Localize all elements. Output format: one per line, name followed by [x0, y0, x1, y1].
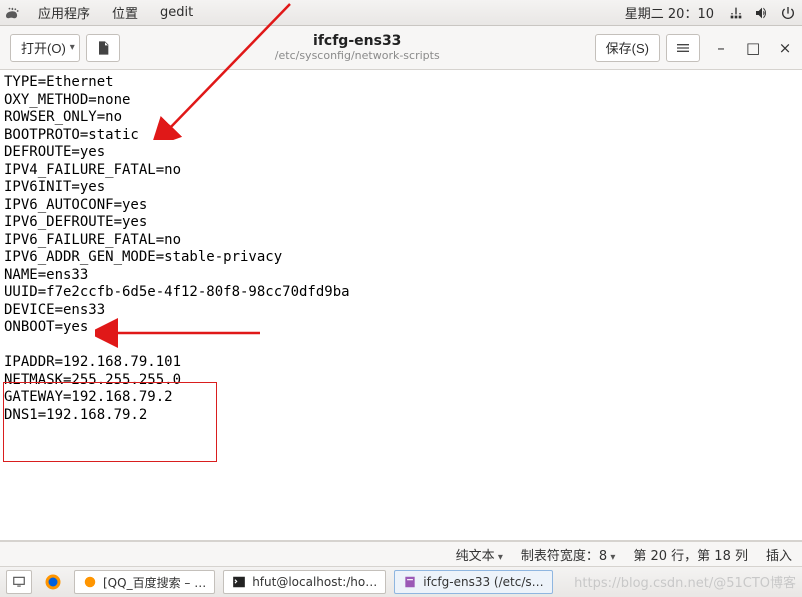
new-document-button[interactable] [86, 34, 120, 62]
chevron-down-icon: ▾ [70, 42, 75, 53]
document-new-icon [95, 40, 111, 56]
menu-places[interactable]: 位置 [108, 3, 142, 22]
gedit-icon [403, 575, 417, 589]
desktop-icon [12, 575, 26, 589]
clock[interactable]: 星期二 20：10 [621, 3, 718, 22]
terminal-icon [232, 575, 246, 589]
syntax-selector[interactable]: 纯文本 [456, 545, 503, 564]
hamburger-icon [675, 40, 691, 56]
title-filename: ifcfg-ens33 [126, 33, 589, 50]
taskbar-item-browser[interactable]: [QQ_百度搜索 – … [74, 570, 215, 594]
hamburger-menu-button[interactable] [666, 34, 700, 62]
editor-viewport[interactable]: TYPE=Ethernet OXY_METHOD=none ROWSER_ONL… [0, 70, 802, 541]
window-title: ifcfg-ens33 /etc/sysconfig/network-scrip… [126, 33, 589, 63]
show-desktop-button[interactable] [6, 570, 32, 594]
close-button[interactable]: × [778, 39, 792, 57]
window-controls: – □ × [714, 39, 792, 57]
open-button[interactable]: 打开(O) ▾ [10, 34, 80, 62]
maximize-button[interactable]: □ [746, 39, 760, 57]
menu-applications[interactable]: 应用程序 [34, 3, 94, 22]
network-icon[interactable] [728, 5, 744, 21]
volume-icon[interactable] [754, 5, 770, 21]
firefox-launcher[interactable] [40, 570, 66, 594]
taskbar-item-label: [QQ_百度搜索 – … [103, 574, 206, 591]
power-icon[interactable] [780, 5, 796, 21]
minimize-button[interactable]: – [714, 39, 728, 57]
gedit-toolbar: 打开(O) ▾ ifcfg-ens33 /etc/sysconfig/netwo… [0, 26, 802, 70]
taskbar-item-label: hfut@localhost:/ho… [252, 575, 377, 589]
taskbar-item-label: ifcfg-ens33 (/etc/s… [423, 575, 543, 589]
taskbar-item-terminal[interactable]: hfut@localhost:/ho… [223, 570, 386, 594]
statusbar: 纯文本 制表符宽度：8 第 20 行，第 18 列 插入 [0, 541, 802, 567]
gnome-menubar: 应用程序 位置 gedit 星期二 20：10 [0, 0, 802, 26]
save-button[interactable]: 保存(S) [595, 34, 660, 62]
editor-content[interactable]: TYPE=Ethernet OXY_METHOD=none ROWSER_ONL… [0, 70, 802, 428]
firefox-icon [83, 575, 97, 589]
title-path: /etc/sysconfig/network-scripts [126, 49, 589, 62]
gnome-foot-icon [6, 6, 20, 20]
cursor-position: 第 20 行，第 18 列 [633, 545, 748, 564]
firefox-icon [44, 573, 62, 591]
menu-app-gedit[interactable]: gedit [156, 5, 197, 20]
open-button-label: 打开(O) [21, 38, 66, 57]
taskbar-item-gedit[interactable]: ifcfg-ens33 (/etc/s… [394, 570, 552, 594]
gnome-taskbar: [QQ_百度搜索 – … hfut@localhost:/ho… ifcfg-e… [0, 567, 802, 597]
tabwidth-selector[interactable]: 制表符宽度：8 [521, 545, 615, 564]
insert-mode: 插入 [766, 545, 792, 564]
